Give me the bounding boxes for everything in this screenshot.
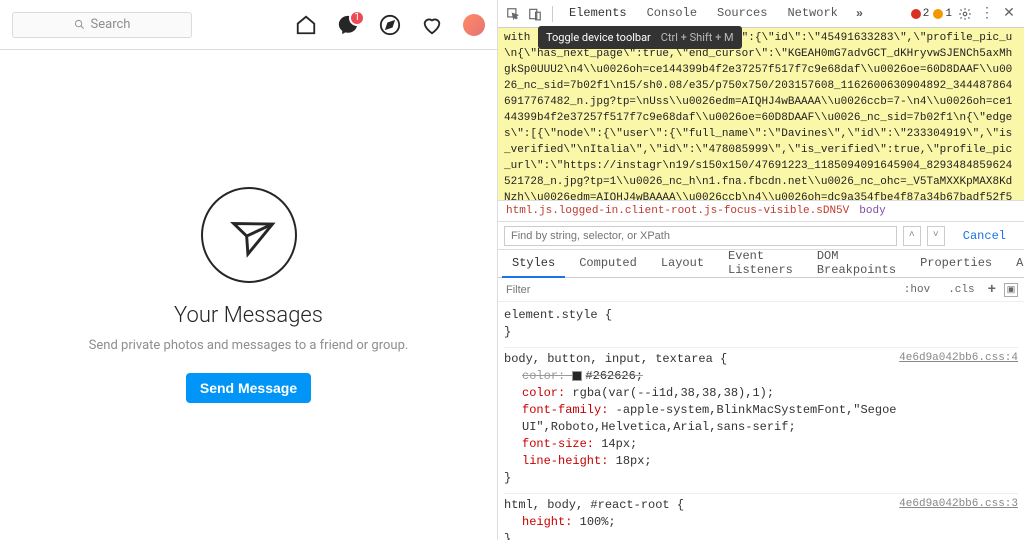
styles-filter-input[interactable] bbox=[504, 283, 891, 297]
messenger-icon[interactable]: 1 bbox=[337, 14, 359, 36]
kebab-menu-icon[interactable]: ⋮ bbox=[978, 5, 996, 23]
devtools-pane: Elements Console Sources Network » 2 1 ⋮… bbox=[498, 0, 1024, 540]
tab-styles[interactable]: Styles bbox=[502, 250, 565, 278]
breadcrumb-html[interactable]: html.js.logged-in.client-root.js-focus-v… bbox=[506, 205, 849, 217]
styles-list: element.style { } 4e6d9a042bb6.css:4 bod… bbox=[498, 302, 1024, 540]
find-input[interactable] bbox=[504, 226, 897, 246]
send-message-button[interactable]: Send Message bbox=[186, 373, 311, 403]
styles-pane-tabs: Styles Computed Layout Event Listeners D… bbox=[498, 250, 1024, 278]
messages-sub: Send private photos and messages to a fr… bbox=[89, 338, 409, 353]
tab-accessibility[interactable]: Accessibility bbox=[1006, 250, 1024, 278]
device-toolbar-tooltip: Toggle device toolbar Ctrl + Shift + M bbox=[538, 26, 742, 49]
devtools-toolbar: Elements Console Sources Network » 2 1 ⋮… bbox=[498, 0, 1024, 28]
rule-element-style[interactable]: element.style { } bbox=[504, 304, 1018, 348]
tabs-overflow-icon[interactable]: » bbox=[850, 7, 869, 21]
toggle-panel-icon[interactable]: ▣ bbox=[1004, 283, 1018, 297]
nav-icons: 1 bbox=[295, 14, 485, 36]
tab-properties[interactable]: Properties bbox=[910, 250, 1002, 278]
tab-network[interactable]: Network bbox=[779, 0, 845, 28]
search-input[interactable]: Search bbox=[12, 12, 192, 38]
rule-source-link[interactable]: 4e6d9a042bb6.css:3 bbox=[899, 496, 1018, 513]
avatar[interactable] bbox=[463, 14, 485, 36]
error-count[interactable]: 2 bbox=[911, 8, 930, 20]
find-bar: ˄ ˅ Cancel bbox=[498, 222, 1024, 250]
explore-icon[interactable] bbox=[379, 14, 401, 36]
close-icon[interactable]: ✕ bbox=[1000, 5, 1018, 23]
rule-source-link[interactable]: 4e6d9a042bb6.css:4 bbox=[899, 350, 1018, 367]
find-prev-icon[interactable]: ˄ bbox=[903, 226, 921, 246]
tab-sources[interactable]: Sources bbox=[709, 0, 775, 28]
search-icon bbox=[74, 19, 85, 30]
hov-toggle[interactable]: :hov bbox=[899, 283, 935, 297]
breadcrumb-body[interactable]: body bbox=[859, 205, 885, 217]
tab-event-listeners[interactable]: Event Listeners bbox=[718, 250, 803, 278]
tab-dom-breakpoints[interactable]: DOM Breakpoints bbox=[807, 250, 906, 278]
toolbar-divider bbox=[552, 6, 553, 22]
new-style-rule-icon[interactable]: + bbox=[988, 282, 996, 298]
inspect-icon[interactable] bbox=[504, 5, 522, 23]
top-bar: Search 1 bbox=[0, 0, 497, 50]
find-next-icon[interactable]: ˅ bbox=[927, 226, 945, 246]
send-circle-icon bbox=[201, 187, 297, 283]
rule-html-body[interactable]: 4e6d9a042bb6.css:3 html, body, #react-ro… bbox=[504, 494, 1018, 540]
home-icon[interactable] bbox=[295, 14, 317, 36]
cls-toggle[interactable]: .cls bbox=[943, 283, 979, 297]
app-pane: Search 1 bbox=[0, 0, 498, 540]
device-toolbar-icon[interactable] bbox=[526, 5, 544, 23]
messages-heading: Your Messages bbox=[174, 303, 323, 328]
highlighted-dom-text[interactable]: with tooptip="true","info":"(\"user\":{\… bbox=[498, 28, 1024, 200]
breadcrumb[interactable]: html.js.logged-in.client-root.js-focus-v… bbox=[498, 200, 1024, 222]
empty-messages: Your Messages Send private photos and me… bbox=[0, 50, 497, 540]
warning-count[interactable]: 1 bbox=[933, 8, 952, 20]
rule-body-button[interactable]: 4e6d9a042bb6.css:4 body, button, input, … bbox=[504, 348, 1018, 494]
tab-elements[interactable]: Elements bbox=[561, 0, 635, 28]
activity-icon[interactable] bbox=[421, 14, 443, 36]
find-cancel-button[interactable]: Cancel bbox=[951, 229, 1018, 243]
settings-icon[interactable] bbox=[956, 5, 974, 23]
search-placeholder: Search bbox=[91, 17, 131, 32]
styles-filter-row: :hov .cls + ▣ bbox=[498, 278, 1024, 302]
tab-console[interactable]: Console bbox=[639, 0, 705, 28]
notification-badge: 1 bbox=[349, 10, 365, 26]
tab-computed[interactable]: Computed bbox=[569, 250, 647, 278]
tab-layout[interactable]: Layout bbox=[651, 250, 714, 278]
